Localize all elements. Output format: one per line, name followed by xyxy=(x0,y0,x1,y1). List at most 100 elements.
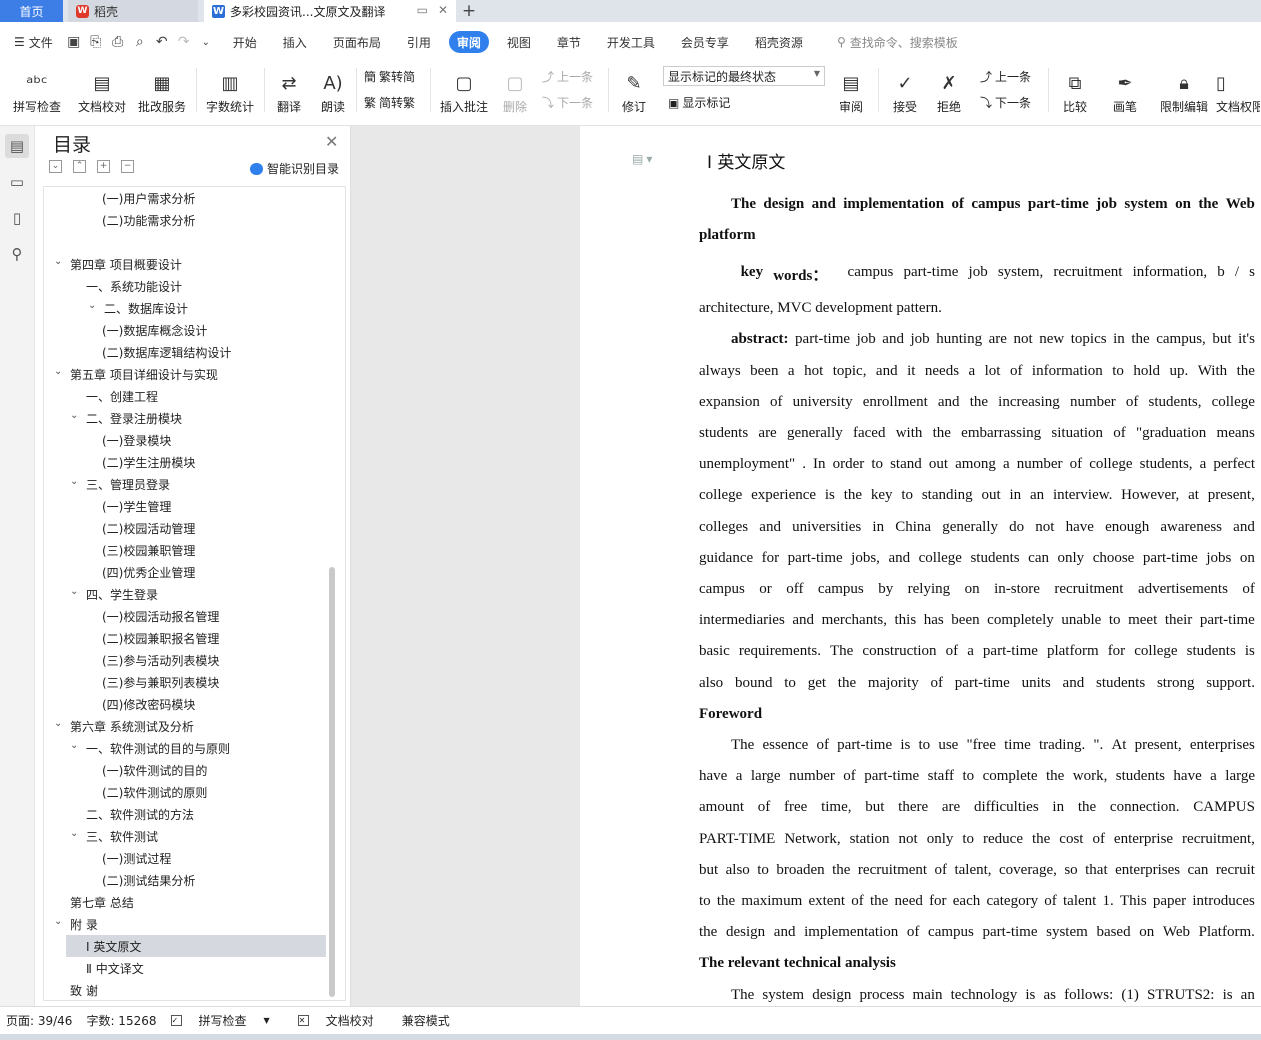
add-heading-icon[interactable]: + xyxy=(97,160,110,173)
toc-item[interactable]: 第七章 总结 xyxy=(44,891,324,913)
close-panel-icon[interactable]: ✕ xyxy=(325,132,338,151)
toc-item[interactable]: (二)软件测试的原则 xyxy=(44,781,324,803)
toc-scrollbar[interactable] xyxy=(329,567,335,997)
screen-icon[interactable]: ▭ xyxy=(417,3,428,17)
doc-proof-button[interactable]: ▤ 文档校对 xyxy=(76,62,128,116)
collapse-all-icon[interactable]: ⌃ xyxy=(73,160,86,173)
tab-document[interactable]: W 多彩校园资讯...文原文及翻译 ▭ ✕ xyxy=(204,0,456,22)
simp-to-trad-button[interactable]: 繁简转繁 xyxy=(364,94,415,111)
chevron-down-icon[interactable]: ⌄ xyxy=(54,718,62,729)
menu-8[interactable]: 会员专享 xyxy=(673,31,737,53)
toc-item[interactable]: ⌄ 第六章 系统测试及分析 xyxy=(44,715,324,737)
next-change-button[interactable]: ⤵ 下一条 xyxy=(980,94,1031,111)
chapter-nav-icon[interactable]: ▭ xyxy=(5,170,29,194)
toc-item[interactable]: (二)校园兼职报名管理 xyxy=(44,627,324,649)
toc-item[interactable]: ⌄ 二、登录注册模块 xyxy=(44,407,324,429)
toc-item[interactable]: (二)测试结果分析 xyxy=(44,869,324,891)
redo-icon[interactable]: ↷ xyxy=(175,34,193,50)
chevron-down-icon[interactable]: ⌄ xyxy=(70,476,78,487)
document-page[interactable]: ▤ ▾ Ⅰ 英文原文 The design and implementation of c… xyxy=(580,126,1261,1006)
toc-item[interactable]: 一、系统功能设计 xyxy=(44,275,324,297)
batch-service-button[interactable]: ▦ 批改服务 xyxy=(136,62,188,116)
translate-button[interactable]: ⇄ 翻译 xyxy=(270,62,308,116)
menu-7[interactable]: 开发工具 xyxy=(599,31,663,53)
smart-toc-button[interactable]: 智能识别目录 xyxy=(250,160,339,177)
command-search[interactable]: ⚲ 查找命令、搜索模板 xyxy=(837,34,958,51)
word-count-button[interactable]: ▥ 字数统计 xyxy=(204,62,256,116)
toc-item[interactable]: (一)登录模块 xyxy=(44,429,324,451)
chevron-down-icon[interactable]: ⌄ xyxy=(70,740,78,751)
toc-item[interactable]: 二、软件测试的方法 xyxy=(44,803,324,825)
page-options-icon[interactable]: ▤ ▾ xyxy=(632,152,652,167)
toc-item[interactable]: (一)测试过程 xyxy=(44,847,324,869)
restrict-edit-button[interactable]: 🔒︎ 限制编辑 xyxy=(1156,62,1212,116)
show-markup-button[interactable]: ▣ 显示标记 xyxy=(668,94,730,111)
pen-button[interactable]: ✒ 画笔 xyxy=(1106,62,1144,116)
undo-icon[interactable]: ↶ xyxy=(153,34,171,50)
toc-panel-icon[interactable]: ▤ xyxy=(5,134,29,158)
prev-change-button[interactable]: ⤴ 上一条 xyxy=(980,68,1031,85)
toc-item[interactable]: ⌄ 第四章 项目概要设计 xyxy=(44,253,324,275)
save-icon[interactable]: ▣ xyxy=(65,34,83,50)
menu-0[interactable]: 开始 xyxy=(225,31,265,53)
toc-item[interactable]: Ⅱ 中文译文 xyxy=(44,957,324,979)
file-menu[interactable]: ☰ 文件 xyxy=(6,31,61,53)
toc-item[interactable]: (二)学生注册模块 xyxy=(44,451,324,473)
menu-5[interactable]: 视图 xyxy=(499,31,539,53)
expand-all-icon[interactable]: ⌄ xyxy=(49,160,62,173)
toc-item[interactable]: 一、创建工程 xyxy=(44,385,324,407)
new-tab-button[interactable]: + xyxy=(456,0,482,22)
chevron-down-icon[interactable]: ⌄ xyxy=(70,828,78,839)
trad-to-simp-button[interactable]: 簡繁转简 xyxy=(364,68,415,85)
menu-4[interactable]: 审阅 xyxy=(448,31,489,53)
insert-comment-button[interactable]: ▢ 插入批注 xyxy=(438,62,490,116)
chevron-down-icon[interactable]: ⌄ xyxy=(54,256,62,267)
menu-2[interactable]: 页面布局 xyxy=(325,31,389,53)
compare-button[interactable]: ⧉ 比较 xyxy=(1056,62,1094,116)
export-pdf-icon[interactable]: ⎘ xyxy=(87,34,105,50)
track-changes-button[interactable]: ✎ 修订 xyxy=(614,62,654,116)
toc-item[interactable]: ⌄ 附 录 xyxy=(44,913,324,935)
toc-item[interactable]: ⌄ 一、软件测试的目的与原则 xyxy=(44,737,324,759)
toc-item[interactable]: (三)校园兼职管理 xyxy=(44,539,324,561)
toc-item[interactable] xyxy=(44,231,324,253)
toc-item[interactable]: (四)优秀企业管理 xyxy=(44,561,324,583)
more-icon[interactable]: ⌄ xyxy=(197,37,215,48)
toc-item[interactable]: (二)校园活动管理 xyxy=(44,517,324,539)
menu-6[interactable]: 章节 xyxy=(549,31,589,53)
review-pane-button[interactable]: ▤ 审阅 xyxy=(832,62,870,116)
next-comment-button[interactable]: ⤵ 下一条 xyxy=(542,94,593,111)
menu-9[interactable]: 稻壳资源 xyxy=(747,31,811,53)
menu-1[interactable]: 插入 xyxy=(275,31,315,53)
chevron-down-icon[interactable]: ⌄ xyxy=(88,300,96,311)
tab-docer[interactable]: W 稻壳 xyxy=(68,0,198,22)
delete-comment-button[interactable]: ▢ 删除 xyxy=(496,62,534,116)
tab-home[interactable]: 首页 xyxy=(0,0,63,22)
toc-item[interactable]: (一)数据库概念设计 xyxy=(44,319,324,341)
chevron-down-icon[interactable]: ⌄ xyxy=(54,366,62,377)
spell-check-button[interactable]: ᵃᵇᶜ 拼写检查 xyxy=(8,62,66,116)
toc-item[interactable]: (三)参与活动列表模块 xyxy=(44,649,324,671)
toc-item[interactable]: (一)用户需求分析 xyxy=(44,187,324,209)
menu-3[interactable]: 引用 xyxy=(399,31,439,53)
markup-mode-select[interactable]: 显示标记的最终状态 ▼ xyxy=(663,66,825,86)
bookmark-icon[interactable]: ▯ xyxy=(5,206,29,230)
print-preview-icon[interactable]: ⌕ xyxy=(131,34,149,50)
print-icon[interactable]: ⎙ xyxy=(109,34,127,50)
toc-item[interactable]: (一)校园活动报名管理 xyxy=(44,605,324,627)
toc-item[interactable]: ⌄ 二、数据库设计 xyxy=(44,297,324,319)
toc-item[interactable]: (一)软件测试的目的 xyxy=(44,759,324,781)
toc-item[interactable]: (一)学生管理 xyxy=(44,495,324,517)
proof-status[interactable]: ✕ 文档校对 xyxy=(297,1012,388,1029)
find-icon[interactable]: ⚲ xyxy=(5,242,29,266)
toc-item[interactable]: (二)数据库逻辑结构设计 xyxy=(44,341,324,363)
toc-item[interactable]: ⌄ 三、软件测试 xyxy=(44,825,324,847)
prev-comment-button[interactable]: ⤴ 上一条 xyxy=(542,68,593,85)
toc-item[interactable]: ⌄ 三、管理员登录 xyxy=(44,473,324,495)
reject-button[interactable]: ✗ 拒绝 xyxy=(930,62,968,116)
toc-item[interactable]: (三)参与兼职列表模块 xyxy=(44,671,324,693)
accept-button[interactable]: ✓ 接受 xyxy=(886,62,924,116)
read-aloud-button[interactable]: A) 朗读 xyxy=(316,62,350,116)
close-tab-icon[interactable]: ✕ xyxy=(438,3,448,17)
toc-item[interactable]: ⌄ 第五章 项目详细设计与实现 xyxy=(44,363,324,385)
